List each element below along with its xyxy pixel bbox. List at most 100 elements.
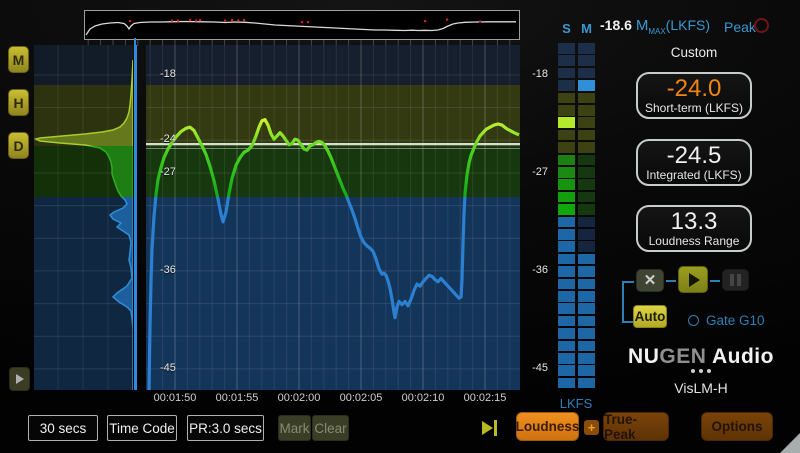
transport-connector xyxy=(710,280,720,282)
integrated-readout[interactable]: -24.5 Integrated (LKFS) xyxy=(636,139,752,186)
distribution-view-button[interactable]: D xyxy=(8,132,29,159)
skip-to-end-icon xyxy=(482,421,493,435)
short-term-meter xyxy=(558,43,575,392)
meter-segment-navy xyxy=(558,80,575,91)
meter-segment-green1 xyxy=(558,155,575,166)
graph-y-tick-label: -36 xyxy=(160,264,176,276)
resize-handle[interactable] xyxy=(780,433,800,453)
plus-icon: + xyxy=(588,420,596,435)
gate-radio[interactable] xyxy=(688,315,699,326)
auto-link-line xyxy=(624,281,634,283)
momentary-view-button[interactable]: M xyxy=(8,46,29,73)
meter-segment-olive xyxy=(558,105,575,116)
nugen-logo: NUGEN Audio xyxy=(626,345,776,369)
history-view-button[interactable]: H xyxy=(8,89,29,116)
program-overview-strip[interactable] xyxy=(84,10,520,40)
meter-segment-blue xyxy=(558,316,575,327)
meter-segment-dark_green xyxy=(578,179,595,190)
gate-label: Gate G10 xyxy=(706,313,765,328)
meter-unit-toggle[interactable]: LKFS xyxy=(552,396,600,411)
meter-segment-navy xyxy=(578,55,595,66)
loudness-history-graph[interactable]: -18 -24 -27 -36 -45 xyxy=(146,45,520,390)
playhead-now-line xyxy=(134,45,137,390)
logo-nu: NU xyxy=(628,345,659,368)
true-peak-tab-button[interactable]: True-Peak xyxy=(603,412,669,441)
preset-selector[interactable]: Custom xyxy=(636,45,752,60)
loudness-range-label: Loudness Range xyxy=(638,235,750,248)
pause-icon xyxy=(730,274,741,286)
graph-time-label: 00:01:55 xyxy=(206,392,268,404)
graph-y-tick-label: -27 xyxy=(160,166,176,178)
meter-segment-blue xyxy=(558,303,575,314)
meter-segment-navy xyxy=(558,55,575,66)
meter-segment-blue xyxy=(578,328,595,339)
meter-segment-olive xyxy=(558,93,575,104)
meter-segment-blue xyxy=(558,229,575,240)
meter-segment-olive xyxy=(578,142,595,153)
momentary-view-label: M xyxy=(13,52,25,68)
meter-segment-blue xyxy=(558,241,575,252)
clear-button[interactable]: Clear xyxy=(312,415,349,441)
product-name: VisLM-H xyxy=(626,380,776,396)
link-plus-button[interactable]: + xyxy=(584,420,599,435)
logo-dots xyxy=(626,369,776,373)
peak-indicator[interactable] xyxy=(754,18,769,33)
short-term-readout[interactable]: -24.0 Short-term (LKFS) xyxy=(636,72,752,119)
loudness-distribution-panel xyxy=(34,45,133,390)
meter-segment-blue xyxy=(578,378,595,389)
graph-y-tick-label: -24 xyxy=(160,133,176,145)
momentary-meter xyxy=(578,43,595,392)
meter-segment-green4 xyxy=(558,192,575,203)
loudness-tab-button[interactable]: Loudness xyxy=(516,412,579,441)
play-icon xyxy=(16,374,24,384)
meter-segment-dark_green xyxy=(578,204,595,215)
meter-segment-blue xyxy=(578,353,595,364)
graph-y-tick-label: -18 xyxy=(160,68,176,80)
meter-segment-blue xyxy=(558,279,575,290)
graph-y-tick-label: -45 xyxy=(160,362,176,374)
auto-link-line xyxy=(622,281,624,323)
play-button[interactable] xyxy=(678,266,708,293)
meter-segment-green3 xyxy=(558,179,575,190)
stop-reset-button[interactable]: ✕ xyxy=(636,269,664,292)
graph-y-axis: -18 -24 -27 -36 -45 xyxy=(146,45,520,390)
replay-button[interactable] xyxy=(9,367,30,391)
overview-waveform xyxy=(85,11,517,37)
clear-label: Clear xyxy=(314,421,346,436)
meter-segment-olive xyxy=(578,93,595,104)
logo-gen: GEN xyxy=(659,345,706,368)
meter-segment-olive xyxy=(578,105,595,116)
meter-segment-blue xyxy=(558,266,575,277)
integrated-label: Integrated (LKFS) xyxy=(638,169,750,182)
auto-button[interactable]: Auto xyxy=(633,305,667,328)
play-icon xyxy=(689,273,700,287)
meter-segment-blue xyxy=(558,341,575,352)
skip-to-end-icon xyxy=(494,420,497,436)
meter-scale-label: -36 xyxy=(514,264,548,276)
distribution-view-label: D xyxy=(13,138,23,154)
window-length-button[interactable]: 30 secs xyxy=(28,415,98,441)
integrated-value: -24.5 xyxy=(638,142,750,169)
meter-segment-green2 xyxy=(558,167,575,178)
meter-segment-navy xyxy=(558,68,575,79)
meter-scale-label: -45 xyxy=(514,362,548,374)
meter-segment-lime xyxy=(558,117,575,128)
meter-segment-blue xyxy=(558,378,575,389)
practical-range-button[interactable]: PR:3.0 secs xyxy=(187,415,264,441)
vislm-window: M H D -18-24-27-36-45 00:01:5000:01:5500… xyxy=(0,0,800,453)
time-mode-button[interactable]: Time Code xyxy=(107,415,177,441)
meter-segment-bright_blue xyxy=(578,80,595,91)
meter-segment-dark_navy xyxy=(578,217,595,228)
pause-button[interactable] xyxy=(722,269,749,291)
distribution-shape xyxy=(34,45,133,390)
skip-to-end-button[interactable] xyxy=(482,420,497,436)
mark-button[interactable]: Mark xyxy=(278,415,311,441)
momentary-max-value: -18.6 xyxy=(600,17,632,33)
loudness-range-readout[interactable]: 13.3 Loudness Range xyxy=(636,205,752,252)
meter-segment-blue xyxy=(578,341,595,352)
practical-range-label: PR:3.0 secs xyxy=(189,421,262,436)
meter-segment-blue xyxy=(578,266,595,277)
meter-scale-label: -18 xyxy=(514,68,548,80)
loudness-range-value: 13.3 xyxy=(638,208,750,235)
options-button[interactable]: Options xyxy=(701,412,773,441)
